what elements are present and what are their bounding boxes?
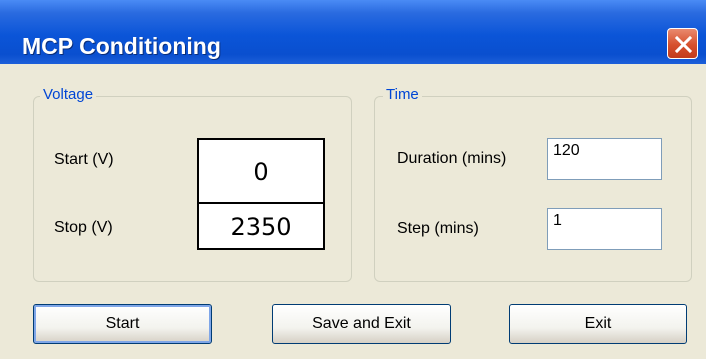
stop-voltage-field[interactable]: 2350	[197, 202, 325, 250]
time-group: Time	[374, 86, 692, 282]
exit-button[interactable]: Exit	[509, 304, 687, 344]
duration-label: Duration (mins)	[397, 150, 507, 167]
step-label: Step (mins)	[397, 220, 479, 237]
start-voltage-label: Start (V)	[54, 151, 114, 168]
exit-button-label: Exit	[584, 315, 612, 332]
close-icon	[674, 35, 693, 54]
title-bar[interactable]: MCP Conditioning	[0, 0, 706, 64]
start-voltage-field[interactable]: 0	[197, 138, 325, 204]
save-and-exit-button-label: Save and Exit	[312, 315, 411, 332]
start-button-label: Start	[105, 315, 140, 332]
save-and-exit-button[interactable]: Save and Exit	[272, 304, 451, 344]
step-input[interactable]: 1	[547, 208, 662, 250]
time-group-title: Time	[383, 86, 422, 103]
window-title: MCP Conditioning	[22, 33, 221, 59]
close-button[interactable]	[667, 28, 698, 59]
dialog-body: Voltage Start (V) 0 Stop (V) 2350 Time D…	[6, 64, 700, 359]
duration-input[interactable]: 120	[547, 138, 662, 180]
dialog-window: MCP Conditioning Voltage Start (V) 0 Sto…	[0, 0, 706, 359]
start-button[interactable]: Start	[33, 304, 212, 344]
voltage-group-title: Voltage	[40, 86, 97, 103]
stop-voltage-label: Stop (V)	[54, 219, 113, 236]
